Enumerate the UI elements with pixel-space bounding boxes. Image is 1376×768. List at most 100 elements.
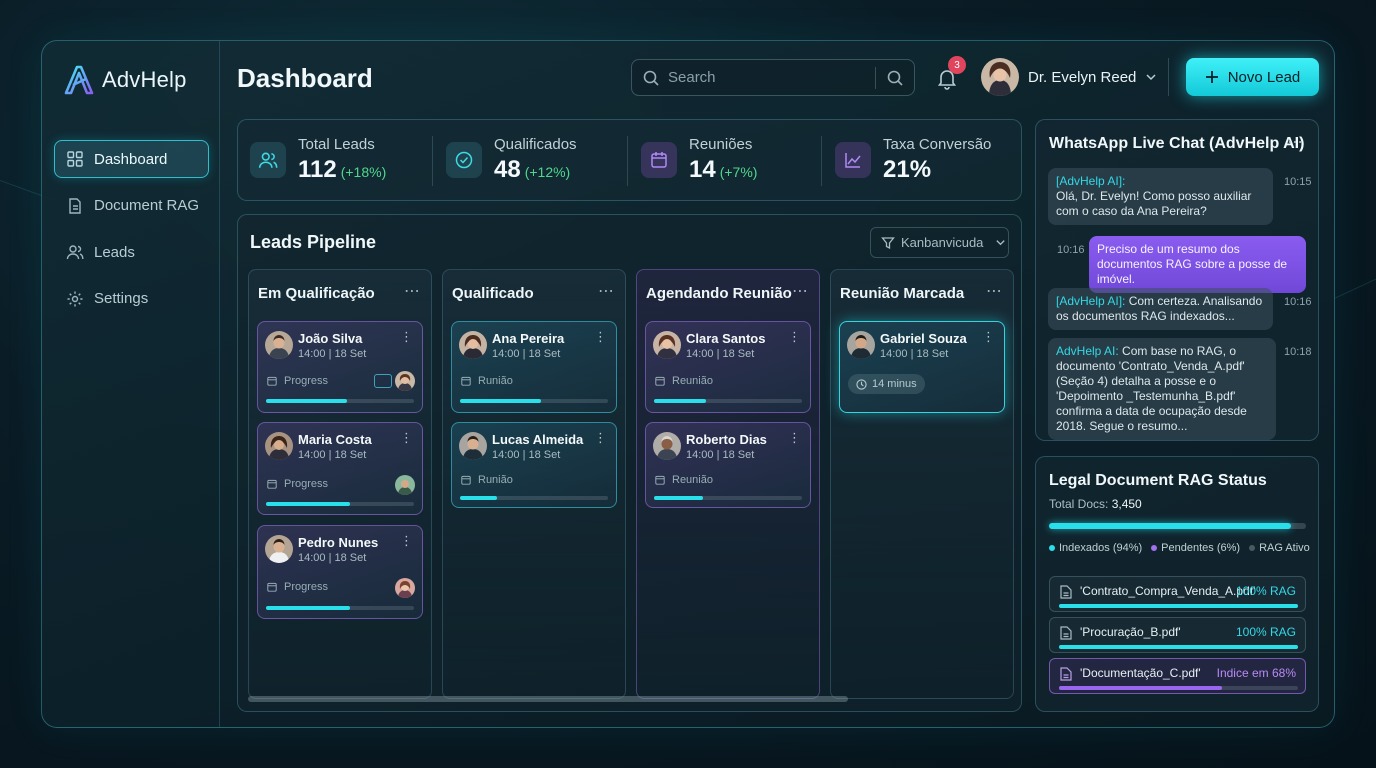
sidebar-item-label: Leads (94, 243, 135, 261)
sidebar: AdvHelp Dashboard Document RAG Leads Set… (42, 41, 220, 727)
chevron-down-icon (1146, 74, 1156, 81)
lead-time: 14:00 | 18 Set (686, 449, 755, 461)
stat-total-leads: Total Leads 112 (+18%) (250, 120, 386, 200)
sidebar-item-dashboard[interactable]: Dashboard (54, 140, 209, 178)
legend-label: RAG Ativo (1259, 542, 1310, 554)
lead-name: Lucas Almeida (492, 432, 584, 447)
avatar (395, 475, 415, 495)
document-status: Indice em 68% (1216, 666, 1296, 680)
chat-message-user: Preciso de um resumo dos documentos RAG … (1089, 236, 1306, 293)
sidebar-item-settings[interactable]: Settings (54, 280, 209, 318)
stat-value: 21% (883, 156, 932, 183)
avatar (265, 331, 293, 359)
avatar (265, 432, 293, 460)
stat-reunioes: Reuniões 14 (+7%) (641, 120, 757, 200)
more-options-icon[interactable]: ⋯ (598, 281, 615, 301)
lead-card[interactable]: Maria Costa 14:00 | 18 Set ⋮ Progress (257, 422, 423, 515)
card-tag-label: Runião (478, 474, 513, 486)
card-menu-icon[interactable]: ⋮ (400, 329, 413, 345)
more-options-icon[interactable]: ⋯ (1287, 132, 1304, 152)
card-menu-icon[interactable]: ⋮ (594, 329, 607, 345)
card-menu-icon[interactable]: ⋮ (400, 533, 413, 549)
user-menu[interactable]: Dr. Evelyn Reed (981, 58, 1157, 96)
message-time: 10:15 (1284, 176, 1312, 188)
stats-bar: Total Leads 112 (+18%) Qualificados 48 (+1… (237, 119, 1022, 201)
card-menu-icon[interactable]: ⋮ (788, 430, 801, 446)
new-lead-button[interactable]: Novo Lead (1186, 58, 1319, 96)
card-tag-label: Progress (284, 581, 329, 593)
document-icon (1060, 667, 1072, 681)
rag-title: Legal Document RAG Status (1049, 472, 1267, 489)
card-menu-icon[interactable]: ⋮ (594, 430, 607, 446)
logo[interactable]: AdvHelp (62, 63, 187, 97)
lead-name: Pedro Nunes (298, 535, 379, 550)
sidebar-item-leads[interactable]: Leads (54, 233, 209, 271)
rag-document-item[interactable]: 'Procuração_B.pdf' 100% RAG (1049, 617, 1306, 653)
document-icon (69, 197, 81, 214)
progress-bar (266, 606, 414, 610)
more-options-icon[interactable]: ⋯ (986, 281, 1003, 301)
search-input[interactable]: Search (668, 69, 875, 86)
stat-label: Total Leads (298, 136, 375, 153)
sidebar-nav: Dashboard Document RAG Leads Settings (54, 140, 209, 326)
rag-document-item[interactable]: 'Documentação_C.pdf' Indice em 68% (1049, 658, 1306, 694)
stat-qualificados: Qualificados 48 (+12%) (446, 120, 577, 200)
more-options-icon[interactable]: ⋯ (792, 281, 809, 301)
stat-label: Qualificados (494, 136, 577, 153)
card-menu-icon[interactable]: ⋮ (982, 329, 995, 345)
stat-label: Taxa Conversão (883, 136, 992, 153)
lead-name: Ana Pereira (492, 331, 565, 346)
stat-value: 48 (494, 156, 521, 183)
card-tag-label: Progress (284, 375, 329, 387)
progress-fill (266, 606, 351, 610)
rag-document-item[interactable]: 'Contrato_Compra_Venda_A.pdf' 100% RAG (1049, 576, 1306, 612)
sidebar-item-label: Dashboard (94, 150, 168, 168)
lead-card[interactable]: Gabriel Souza 14:00 | 18 Set ⋮ 14 minus (839, 321, 1005, 413)
search-icon (643, 70, 659, 86)
avatar (847, 331, 875, 359)
calendar-icon (641, 142, 677, 178)
calendar-icon (655, 475, 665, 485)
progress-bar (460, 399, 608, 403)
lead-card[interactable]: João Silva 14:00 | 18 Set ⋮ Progress (257, 321, 423, 413)
lead-card[interactable]: Clara Santos 14:00 | 18 Set ⋮ Reunião (645, 321, 811, 413)
lead-name: Maria Costa (298, 432, 372, 447)
horizontal-scrollbar[interactable] (248, 696, 848, 702)
pipeline-column-em-qualificacao: Em Qualificação ⋯ João Silva 14:00 | 18 … (248, 269, 432, 699)
progress-bar (460, 496, 608, 500)
sidebar-item-label: Settings (94, 290, 149, 307)
message-text: Olá, Dr. Evelyn! Como posso auxiliar com… (1056, 189, 1252, 218)
lead-name: Clara Santos (686, 331, 766, 346)
avatar (459, 432, 487, 460)
card-menu-icon[interactable]: ⋮ (788, 329, 801, 345)
sidebar-item-document-rag[interactable]: Document RAG (54, 187, 209, 225)
lead-card[interactable]: Lucas Almeida 14:00 | 18 Set ⋮ Runião (451, 422, 617, 508)
view-select[interactable]: Kanbanvicuda (870, 227, 1009, 258)
message-time: 10:16 (1284, 296, 1312, 308)
search-submit-icon[interactable] (886, 69, 904, 87)
view-select-value: Kanbanvicuda (901, 235, 984, 250)
card-tag: Runião (460, 375, 513, 387)
column-title: Qualificado (452, 285, 534, 302)
lead-time: 14:00 | 18 Set (686, 348, 755, 360)
card-tag-label: Reunião (672, 474, 713, 486)
search-bar[interactable]: Search (631, 59, 915, 96)
background-line (1329, 274, 1376, 301)
legend-label: Pendentes (6%) (1161, 542, 1241, 554)
document-progress-bar (1059, 645, 1298, 649)
document-name: 'Documentação_C.pdf' (1080, 666, 1201, 680)
card-tag-label: Progress (284, 478, 329, 490)
pipeline-column-reuniao-marcada: Reunião Marcada ⋯ Gabriel Souza 14:00 | … (830, 269, 1014, 699)
lead-card[interactable]: Ana Pereira 14:00 | 18 Set ⋮ Runião (451, 321, 617, 413)
lead-card[interactable]: Roberto Dias 14:00 | 18 Set ⋮ Reunião (645, 422, 811, 508)
lead-time: 14:00 | 18 Set (298, 348, 367, 360)
stat-divider (627, 136, 628, 186)
avatar (981, 58, 1019, 96)
card-tag: Reunião (654, 375, 713, 387)
progress-bar (654, 399, 802, 403)
more-options-icon[interactable]: ⋯ (404, 281, 421, 301)
calendar-icon (267, 376, 277, 386)
progress-fill (460, 496, 497, 500)
lead-card[interactable]: Pedro Nunes 14:00 | 18 Set ⋮ Progress (257, 525, 423, 619)
card-menu-icon[interactable]: ⋮ (400, 430, 413, 446)
